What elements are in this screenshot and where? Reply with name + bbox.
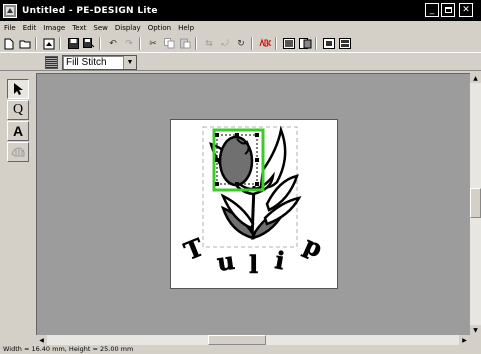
vertical-scrollbar[interactable]: ▲ ▼ (470, 73, 481, 335)
toolbar-separator (35, 37, 37, 50)
letter-i: i (273, 245, 287, 275)
letter-u: u (215, 246, 236, 277)
status-text: Width = 16.40 mm, Height = 25.00 mm (3, 345, 134, 353)
tool-palette: Q A (7, 79, 31, 165)
select-tool[interactable] (7, 79, 29, 99)
scroll-right-button[interactable]: ▶ (459, 335, 470, 345)
refresh-icon[interactable]: ↻ (234, 37, 248, 51)
chevron-down-icon[interactable]: ▼ (123, 56, 136, 69)
toolbar-separator (139, 37, 141, 50)
text-tool[interactable]: A (7, 121, 29, 141)
undo-icon[interactable]: ↶ (106, 37, 120, 51)
save-icon[interactable] (66, 37, 80, 51)
toolbar-separator (251, 37, 253, 50)
vertical-scroll-thumb[interactable] (470, 188, 481, 218)
maximize-icon (444, 7, 452, 13)
import-icon[interactable] (42, 37, 56, 51)
card-icon[interactable] (298, 37, 312, 51)
copy-icon[interactable] (162, 37, 176, 51)
text-icon: A (12, 123, 24, 139)
design-page[interactable]: T u l i p (170, 119, 338, 289)
menu-display[interactable]: Display (115, 24, 141, 32)
mirror-icon[interactable]: ⇆ (202, 37, 216, 51)
shape-tool[interactable] (7, 142, 29, 162)
cut-icon[interactable]: ✂ (146, 37, 160, 51)
menu-option[interactable]: Option (148, 24, 171, 32)
tulip-design: T u l i p (180, 125, 327, 279)
scroll-down-button[interactable]: ▼ (470, 325, 481, 335)
zoom-tool[interactable]: Q (7, 100, 29, 120)
minimize-button[interactable]: _ (425, 3, 439, 17)
chevron-up-icon: ▲ (473, 74, 478, 82)
pointer-icon (14, 83, 23, 95)
menu-image[interactable]: Image (43, 24, 65, 32)
scroll-left-button[interactable]: ◀ (36, 335, 47, 345)
menu-edit[interactable]: Edit (23, 24, 37, 32)
title-bar[interactable]: Untitled - PE-DESIGN Lite _ ✕ (0, 0, 481, 21)
stitch-bar: Fill Stitch ▼ (0, 52, 481, 71)
paste-icon[interactable] (178, 37, 192, 51)
scroll-up-button[interactable]: ▲ (470, 73, 481, 83)
maximize-button[interactable] (441, 3, 455, 17)
close-icon: ✕ (462, 4, 470, 15)
minimize-icon: _ (429, 4, 435, 15)
horizontal-scrollbar[interactable]: ◀ ▶ (36, 335, 470, 345)
menu-file[interactable]: File (4, 24, 16, 32)
layout-icon[interactable] (282, 37, 296, 51)
main-toolbar: ↶ ↷ ✂ ⇆ ⤾ ↻ (0, 35, 481, 52)
new-icon[interactable] (2, 37, 16, 51)
fill-stitch-icon (45, 56, 58, 69)
app-window: Untitled - PE-DESIGN Lite _ ✕ File Edit … (0, 0, 481, 354)
save-as-icon[interactable] (82, 37, 96, 51)
preview-icon[interactable] (322, 37, 336, 51)
menu-help[interactable]: Help (178, 24, 194, 32)
menu-sew[interactable]: Sew (93, 24, 107, 32)
design-workspace[interactable]: T u l i p (36, 73, 470, 335)
hand-icon (11, 147, 25, 157)
design-icon[interactable] (338, 37, 352, 51)
stitch-type-select[interactable]: Fill Stitch ▼ (62, 55, 137, 70)
window-title: Untitled - PE-DESIGN Lite (22, 5, 158, 16)
horizontal-scroll-thumb[interactable] (208, 335, 266, 345)
redo-icon[interactable]: ↷ (122, 37, 136, 51)
close-button[interactable]: ✕ (459, 3, 473, 17)
abc-icon[interactable] (258, 37, 272, 51)
chevron-left-icon: ◀ (39, 336, 44, 344)
letter-p: p (300, 230, 327, 263)
app-icon[interactable] (3, 3, 17, 18)
menu-bar: File Edit Image Text Sew Display Option … (0, 21, 481, 34)
toolbar-separator (275, 37, 277, 50)
chevron-right-icon: ▶ (462, 336, 467, 344)
status-bar: Width = 16.40 mm, Height = 25.00 mm (0, 345, 481, 354)
toolbar-separator (59, 37, 61, 50)
zoom-icon: Q (12, 102, 24, 117)
rotate-icon[interactable]: ⤾ (218, 37, 232, 51)
toolbar-separator (315, 37, 317, 50)
toolbar-separator (195, 37, 197, 50)
menu-text[interactable]: Text (72, 24, 86, 32)
chevron-down-icon: ▼ (473, 326, 478, 334)
stitch-type-value: Fill Stitch (66, 57, 107, 68)
letter-l: l (249, 250, 258, 279)
toolbar-separator (99, 37, 101, 50)
open-icon[interactable] (18, 37, 32, 51)
